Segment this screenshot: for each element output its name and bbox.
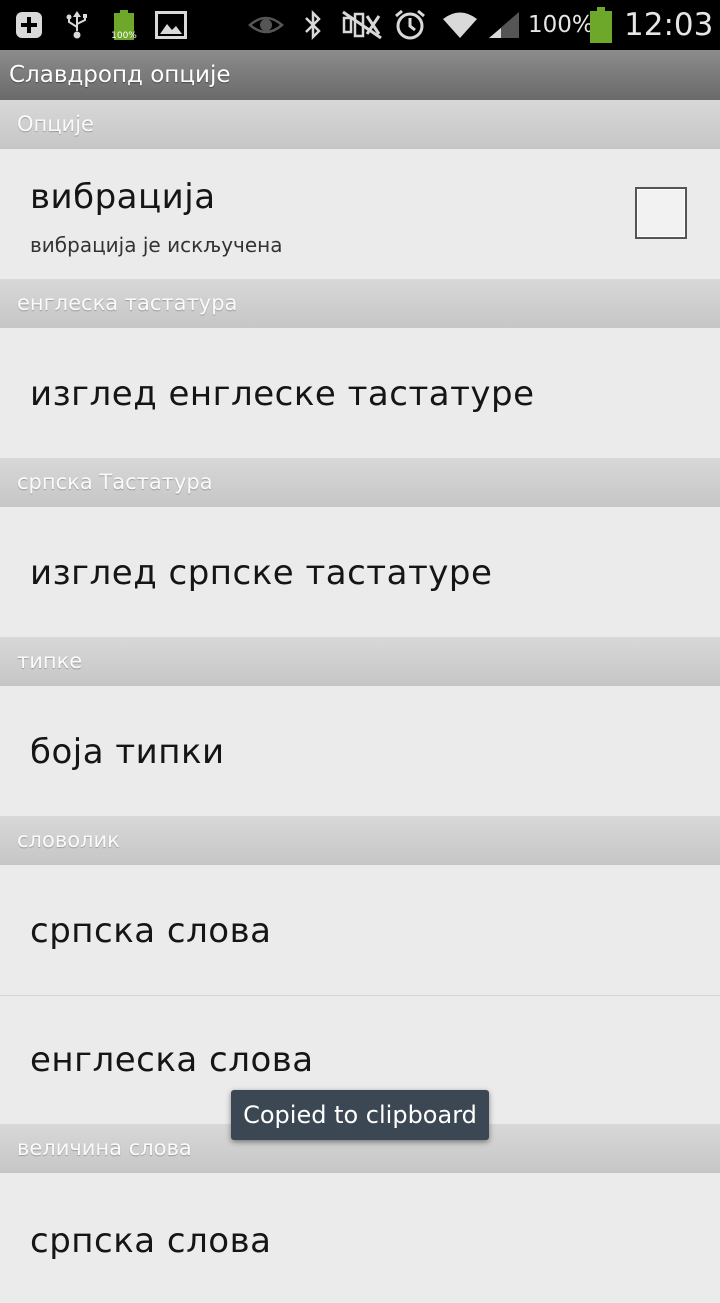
category-label: типке bbox=[17, 649, 83, 673]
pref-serbian-keyboard-layout[interactable]: изглед српске тастатуре bbox=[0, 507, 720, 637]
category-options: Опције bbox=[0, 100, 720, 149]
category-english-keyboard: енглеска тастатура bbox=[0, 279, 720, 328]
toast-text: Copied to clipboard bbox=[243, 1101, 477, 1129]
pref-key-color[interactable]: боја типки bbox=[0, 686, 720, 816]
pref-label: енглеска слова bbox=[30, 1040, 314, 1080]
category-font: словолик bbox=[0, 816, 720, 865]
battery-small-label: 100% bbox=[111, 31, 137, 41]
toast: Copied to clipboard bbox=[231, 1090, 489, 1140]
pref-serbian-font[interactable]: српска слова bbox=[0, 865, 720, 995]
eye-icon bbox=[248, 8, 284, 42]
status-bar: 100% 100% 12:03 bbox=[0, 0, 720, 50]
pref-label: вибрација bbox=[30, 177, 216, 217]
pref-label: боја типки bbox=[30, 732, 225, 772]
pref-vibration[interactable]: вибрација вибрација је искључена bbox=[0, 149, 720, 279]
pref-serbian-font-size[interactable]: српска слова bbox=[0, 1173, 720, 1303]
mute-icon bbox=[340, 8, 384, 42]
image-icon bbox=[154, 8, 188, 42]
pref-label: српска слова bbox=[30, 1221, 272, 1261]
vibration-checkbox[interactable] bbox=[635, 187, 687, 239]
title-bar: Славдропд опције bbox=[0, 50, 720, 100]
category-serbian-keyboard: српска Тастатура bbox=[0, 458, 720, 507]
wifi-icon bbox=[440, 8, 480, 42]
category-label: словолик bbox=[17, 828, 120, 852]
category-label: Опције bbox=[17, 112, 94, 136]
status-time: 12:03 bbox=[624, 7, 714, 43]
pref-summary: вибрација је искључена bbox=[30, 233, 283, 257]
pref-english-keyboard-layout[interactable]: изглед енглеске тастатуре bbox=[0, 328, 720, 458]
alarm-icon bbox=[392, 8, 428, 42]
add-icon bbox=[12, 8, 46, 42]
signal-icon bbox=[486, 8, 522, 42]
pref-label: изглед енглеске тастатуре bbox=[30, 374, 535, 414]
category-label: енглеска тастатура bbox=[17, 291, 238, 315]
category-label: српска Тастатура bbox=[17, 470, 213, 494]
page-title: Славдропд опције bbox=[9, 62, 231, 88]
pref-label: изглед српске тастатуре bbox=[30, 553, 493, 593]
pref-label: српска слова bbox=[30, 911, 272, 951]
category-label: величина слова bbox=[17, 1136, 192, 1160]
battery-icon bbox=[588, 7, 614, 43]
battery-percent: 100% bbox=[528, 12, 594, 38]
usb-icon bbox=[60, 8, 94, 42]
bluetooth-icon bbox=[300, 8, 326, 42]
category-keys: типке bbox=[0, 637, 720, 686]
